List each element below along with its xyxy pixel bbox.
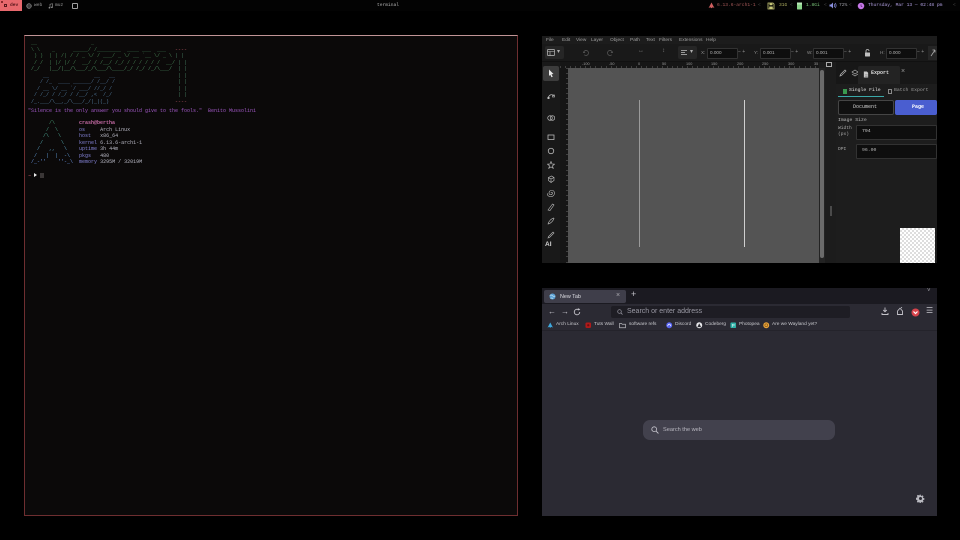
svg-text:P: P <box>732 323 735 328</box>
